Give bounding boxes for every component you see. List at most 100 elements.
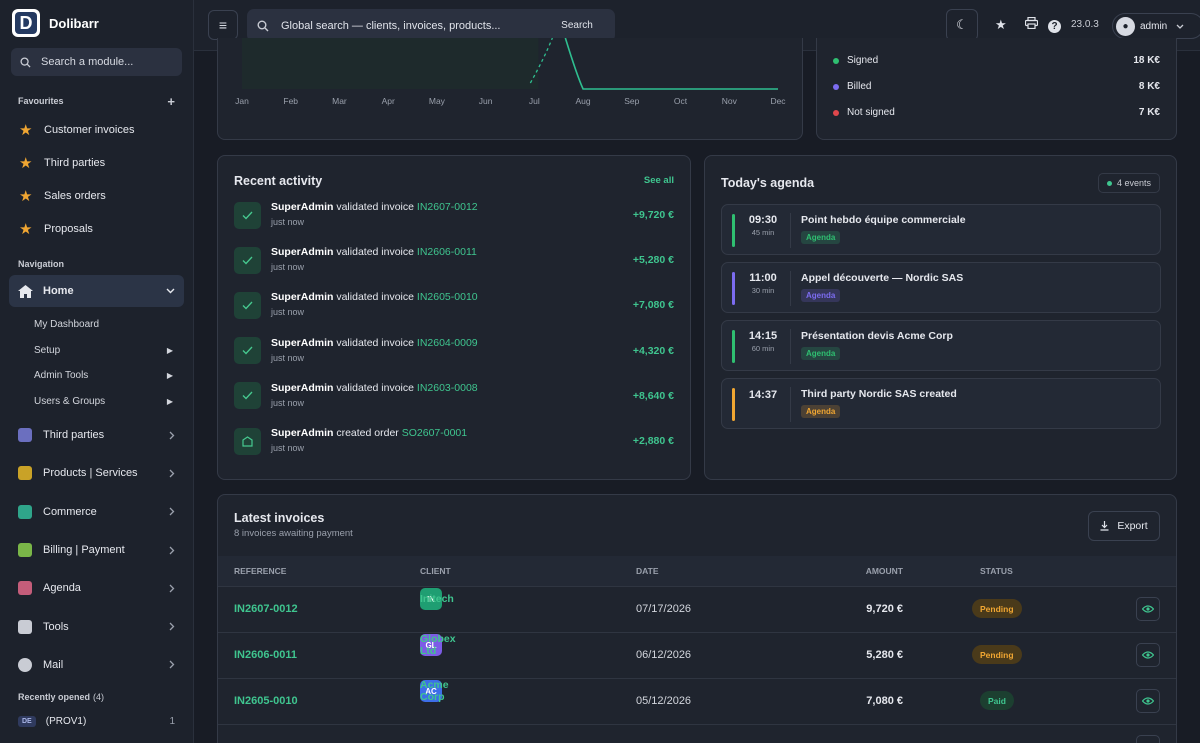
tools-icon [18, 619, 32, 634]
sidebar-item-mail[interactable]: Mail [0, 646, 193, 684]
activity-amount: +8,640 € [632, 389, 674, 402]
favourite-customer-invoices[interactable]: ★ Customer invoices [0, 113, 193, 146]
menu-toggle-button[interactable]: ≡ [208, 10, 238, 40]
activity-amount: +7,080 € [632, 299, 674, 312]
sidebar-subitem-setup[interactable]: Setup ▶ [0, 338, 193, 364]
user-menu-button[interactable]: ● admin [1112, 13, 1200, 39]
activity-item[interactable]: SuperAdmin validated invoice IN2603-0008… [234, 379, 674, 413]
col-amount[interactable]: AMOUNT [866, 566, 903, 576]
sidebar-item-commerce[interactable]: Commerce [0, 493, 193, 531]
recent-item-count: 1 [169, 715, 175, 727]
activity-item[interactable]: SuperAdmin created order SO2607-0001 just… [234, 424, 674, 458]
status-badge: Paid [980, 691, 1014, 710]
table-row[interactable] [218, 724, 1176, 743]
sidebar-item-label: Products | Services [43, 467, 138, 480]
activity-ref-link[interactable]: IN2606-0011 [417, 246, 477, 258]
event-color-bar [732, 388, 735, 421]
event-color-bar [732, 272, 735, 305]
x-tick-label: Sep [624, 96, 639, 106]
activity-ref-link[interactable]: IN2604-0009 [417, 337, 478, 349]
client-link[interactable]: Acme Corp [420, 679, 449, 703]
add-favourite-icon[interactable]: + [167, 94, 175, 109]
chevron-right-icon [169, 584, 175, 593]
latest-invoices-card: Latest invoices 8 invoices awaiting paym… [217, 494, 1177, 743]
activity-user: SuperAdmin [271, 291, 334, 304]
summary-value: 18 K€ [1133, 55, 1160, 66]
activity-item[interactable]: SuperAdmin validated invoice IN2604-0009… [234, 334, 674, 368]
event-title: Third party Nordic SAS created [801, 388, 957, 400]
recent-item[interactable]: DE (PROV1) 1 [0, 710, 193, 732]
agenda-event[interactable]: 11:00 30 min Appel découverte — Nordic SAS… [721, 262, 1161, 313]
check-icon [234, 382, 261, 410]
sidebar-subitem-users-groups[interactable]: Users & Groups ▶ [0, 389, 193, 415]
x-tick-label: Dec [770, 96, 786, 106]
x-tick-label: Apr [382, 96, 395, 106]
activity-ref-link[interactable]: IN2605-0010 [417, 291, 478, 303]
event-title: Présentation devis Acme Corp [801, 330, 953, 342]
invoice-ref-link[interactable]: IN2606-0011 [234, 649, 297, 661]
module-search-input[interactable]: Search a module... [11, 48, 182, 76]
see-all-link[interactable]: See all [644, 175, 674, 186]
view-invoice-button[interactable] [1136, 689, 1160, 713]
x-tick-label: Nov [722, 96, 738, 106]
view-invoice-button[interactable] [1136, 735, 1160, 743]
client-link[interactable]: Globex Ltd [420, 633, 456, 657]
summary-row: Billed 8 K€ [833, 81, 1160, 92]
favourite-label: Proposals [44, 222, 93, 235]
table-row[interactable]: IN2606-0011 GL Globex Ltd 06/12/2026 5,280 €… [218, 632, 1176, 678]
subitem-label: Admin Tools [34, 370, 89, 382]
sidebar-item-billing-payment[interactable]: Billing | Payment [0, 531, 193, 569]
star-icon[interactable]: ★ [995, 17, 1007, 33]
col-status[interactable]: STATUS [980, 566, 1013, 576]
agenda-event[interactable]: 14:15 60 min Présentation devis Acme Corp A… [721, 320, 1161, 371]
sidebar-subitem-admin-tools[interactable]: Admin Tools ▶ [0, 363, 193, 389]
moon-icon: ☾ [956, 17, 968, 32]
star-icon: ★ [19, 187, 33, 205]
agenda-event[interactable]: 09:30 45 min Point hebdo équipe commercial… [721, 204, 1161, 255]
dolibarr-logo-icon: D [12, 9, 40, 37]
table-row[interactable]: IN2607-0012 IN Initech 07/17/2026 9,720 € Pen… [218, 586, 1176, 632]
events-count-badge: 4 events [1097, 173, 1160, 193]
view-invoice-button[interactable] [1136, 643, 1160, 667]
home-icon [18, 284, 33, 298]
activity-amount: +2,880 € [632, 435, 674, 447]
activity-item[interactable]: SuperAdmin validated invoice IN2607-0012… [234, 198, 674, 232]
summary-value: 7 K€ [1138, 107, 1160, 118]
favourite-proposals[interactable]: ★ Proposals [0, 212, 193, 245]
col-reference[interactable]: REFERENCE [234, 566, 286, 576]
favourite-sales-orders[interactable]: ★ Sales orders [0, 179, 193, 212]
activity-ref-link[interactable]: IN2603-0008 [417, 382, 478, 394]
star-icon: ★ [19, 220, 33, 238]
activity-ref-link[interactable]: IN2607-0012 [417, 201, 478, 213]
sidebar-item-agenda[interactable]: Agenda [0, 569, 193, 607]
sidebar-item-tools[interactable]: Tools [0, 607, 193, 645]
view-invoice-button[interactable] [1136, 597, 1160, 621]
invoice-ref-link[interactable]: IN2607-0012 [234, 603, 298, 615]
sidebar-subitem-my-dashboard[interactable]: My Dashboard [0, 312, 193, 338]
sidebar-item-third-parties[interactable]: Third parties [0, 416, 193, 454]
sidebar-item-label: Commerce [43, 505, 97, 518]
printer-icon[interactable] [1024, 16, 1039, 32]
export-button[interactable]: Export [1088, 511, 1160, 541]
agenda-event[interactable]: 14:37 Third party Nordic SAS created Agend… [721, 378, 1161, 429]
sidebar-item-products-services[interactable]: Products | Services [0, 454, 193, 492]
activity-ref-link[interactable]: SO2607-0001 [402, 427, 467, 439]
table-row[interactable]: IN2605-0010 AC Acme Corp 05/12/2026 7,080 € P… [218, 678, 1176, 724]
client-link[interactable]: Initech [420, 593, 454, 605]
col-client[interactable]: CLIENT [420, 566, 451, 576]
invoice-ref-link[interactable]: IN2605-0010 [234, 695, 298, 707]
user-avatar-icon: ● [1116, 16, 1135, 36]
activity-item[interactable]: SuperAdmin validated invoice IN2605-0010… [234, 288, 674, 322]
event-divider [790, 213, 791, 248]
module-search-placeholder: Search a module... [41, 56, 134, 68]
help-icon[interactable]: ? [1048, 20, 1061, 33]
theme-toggle-button[interactable]: ☾ [946, 9, 978, 41]
revenue-chart: Jan Feb Mar Apr May Jun Jul Aug Sep Oct Nov Dec [235, 38, 786, 106]
brand[interactable]: D Dolibarr [0, 0, 193, 46]
activity-item[interactable]: SuperAdmin validated invoice IN2606-0011… [234, 243, 674, 277]
activity-time: just now [271, 352, 305, 363]
sidebar-item-home[interactable]: Home [9, 275, 184, 307]
favourite-third-parties[interactable]: ★ Third parties [0, 146, 193, 179]
event-tag-badge: Agenda [801, 231, 841, 244]
col-date[interactable]: DATE [636, 566, 659, 576]
